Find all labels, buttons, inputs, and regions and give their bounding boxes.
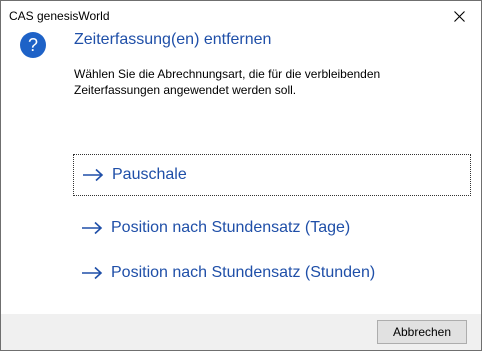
window-title: CAS genesisWorld <box>9 9 110 23</box>
dialog-description: Wählen Sie die Abrechnungsart, die für d… <box>74 67 381 97</box>
option-stundensatz-tage[interactable]: Position nach Stundensatz (Tage) <box>73 207 471 249</box>
option-pauschale[interactable]: Pauschale <box>73 154 471 196</box>
cancel-button[interactable]: Abbrechen <box>377 320 467 344</box>
close-icon <box>453 10 465 22</box>
option-stundensatz-stunden[interactable]: Position nach Stundensatz (Stunden) <box>73 252 471 294</box>
option-label: Position nach Stundensatz (Tage) <box>111 219 351 236</box>
arrow-right-icon <box>82 266 103 280</box>
dialog-heading: Zeiterfassung(en) entfernen <box>74 31 272 48</box>
title-bar: CAS genesisWorld <box>1 1 481 31</box>
option-label: Position nach Stundensatz (Stunden) <box>111 264 376 281</box>
question-icon: ? <box>20 32 46 58</box>
dialog-window: CAS genesisWorld ? Zeiterfassung(en) ent… <box>0 0 482 351</box>
option-label: Pauschale <box>112 166 187 183</box>
svg-text:?: ? <box>28 35 38 55</box>
close-button[interactable] <box>437 1 481 31</box>
dialog-footer: Abbrechen <box>1 314 481 350</box>
arrow-right-icon <box>82 221 103 235</box>
arrow-right-icon <box>83 168 104 182</box>
